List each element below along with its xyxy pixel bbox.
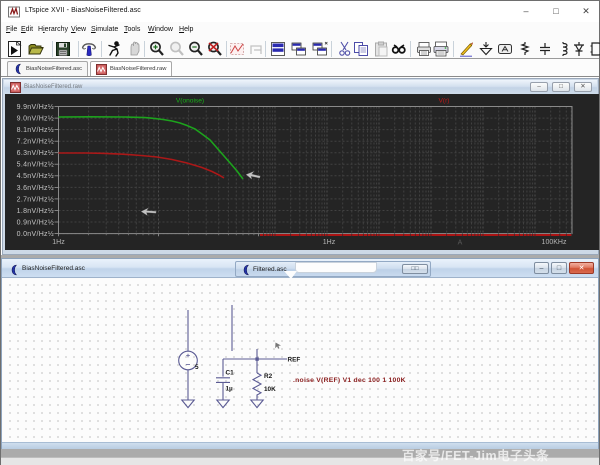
svg-text:8.1nV/Hz½: 8.1nV/Hz½ xyxy=(17,126,54,134)
svg-text:5: 5 xyxy=(195,364,199,371)
svg-text:C1: C1 xyxy=(226,370,235,377)
svg-text:3.6nV/Hz½: 3.6nV/Hz½ xyxy=(17,184,54,192)
svg-text:6.3nV/Hz½: 6.3nV/Hz½ xyxy=(17,149,54,157)
svg-text:V(r): V(r) xyxy=(439,98,450,105)
svg-text:5.4nV/Hz½: 5.4nV/Hz½ xyxy=(17,161,54,169)
svg-text:10K: 10K xyxy=(264,386,276,393)
svg-text:1Hz: 1Hz xyxy=(52,239,65,246)
svg-text:1µ: 1µ xyxy=(226,386,234,393)
svg-text:R2: R2 xyxy=(264,373,273,380)
svg-text:1.8nV/Hz½: 1.8nV/Hz½ xyxy=(17,207,54,215)
svg-text:REF: REF xyxy=(288,357,301,364)
svg-text:.noise V(REF) V1 dec 100 1 100: .noise V(REF) V1 dec 100 1 100K xyxy=(293,377,406,384)
svg-text:7.2nV/Hz½: 7.2nV/Hz½ xyxy=(17,138,54,146)
svg-text:100KHz: 100KHz xyxy=(542,239,567,246)
svg-text:2.7nV/Hz½: 2.7nV/Hz½ xyxy=(17,195,54,203)
svg-text:V(onoise): V(onoise) xyxy=(176,98,204,105)
svg-text:9.0nV/Hz½: 9.0nV/Hz½ xyxy=(17,114,54,122)
svg-text:0.9nV/Hz½: 0.9nV/Hz½ xyxy=(17,218,54,226)
svg-text:9.9nV/Hz½: 9.9nV/Hz½ xyxy=(17,103,54,111)
svg-text:A: A xyxy=(458,240,463,247)
svg-text:1Hz: 1Hz xyxy=(323,239,336,246)
svg-text:4.5nV/Hz½: 4.5nV/Hz½ xyxy=(17,172,54,180)
svg-text:0.0nV/Hz½: 0.0nV/Hz½ xyxy=(17,230,54,238)
